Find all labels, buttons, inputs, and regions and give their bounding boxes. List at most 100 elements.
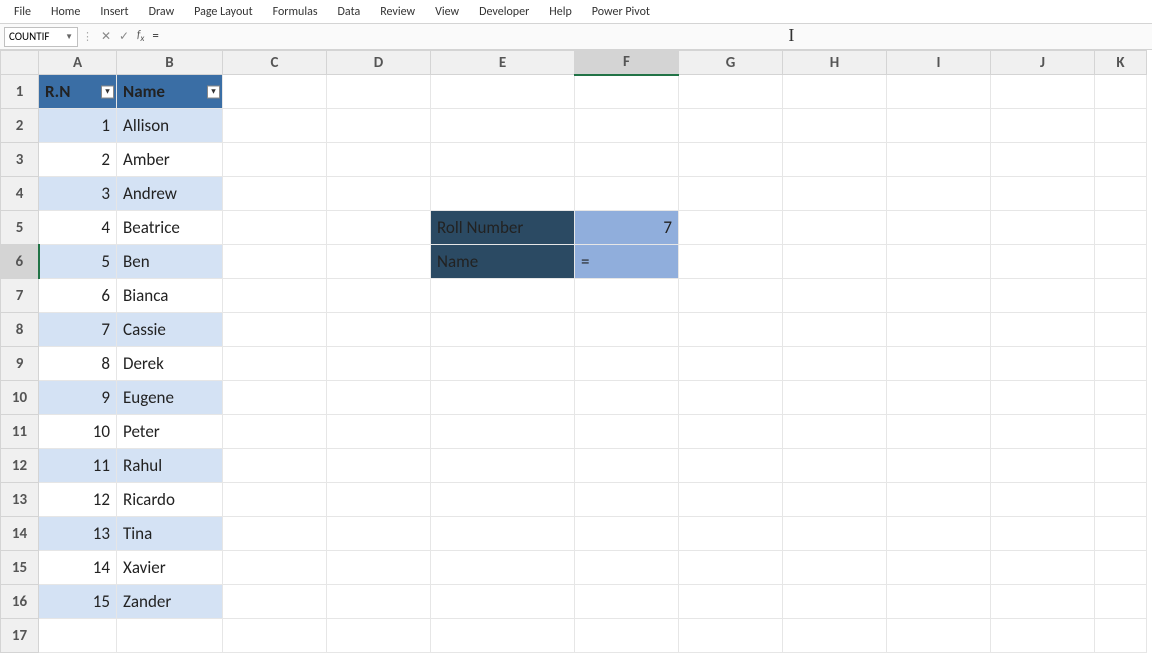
cell-F13[interactable]: [575, 483, 679, 517]
cell-C10[interactable]: [223, 381, 327, 415]
cell-K17[interactable]: [1095, 619, 1147, 653]
cell-I7[interactable]: [887, 279, 991, 313]
cell-I12[interactable]: [887, 449, 991, 483]
row-header-14[interactable]: 14: [1, 517, 39, 551]
cell-H8[interactable]: [783, 313, 887, 347]
cell-E8[interactable]: [431, 313, 575, 347]
ribbon-tab-view[interactable]: View: [425, 3, 469, 21]
cell-A6[interactable]: 5: [39, 245, 117, 279]
cell-E17[interactable]: [431, 619, 575, 653]
cell-A8[interactable]: 7: [39, 313, 117, 347]
cell-A5[interactable]: 4: [39, 211, 117, 245]
cell-D1[interactable]: [327, 75, 431, 109]
cell-G17[interactable]: [679, 619, 783, 653]
cell-K15[interactable]: [1095, 551, 1147, 585]
cell-I8[interactable]: [887, 313, 991, 347]
cell-G2[interactable]: [679, 109, 783, 143]
cell-E3[interactable]: [431, 143, 575, 177]
cell-D6[interactable]: [327, 245, 431, 279]
cell-G10[interactable]: [679, 381, 783, 415]
cell-C4[interactable]: [223, 177, 327, 211]
cell-E9[interactable]: [431, 347, 575, 381]
cell-J2[interactable]: [991, 109, 1095, 143]
cell-C16[interactable]: [223, 585, 327, 619]
cell-I17[interactable]: [887, 619, 991, 653]
cell-D10[interactable]: [327, 381, 431, 415]
cell-F2[interactable]: [575, 109, 679, 143]
row-header-11[interactable]: 11: [1, 415, 39, 449]
column-header-G[interactable]: G: [679, 51, 783, 75]
cell-E13[interactable]: [431, 483, 575, 517]
chevron-down-icon[interactable]: ▼: [65, 32, 73, 42]
cell-A12[interactable]: 11: [39, 449, 117, 483]
cell-A1[interactable]: R.N▾: [39, 75, 117, 109]
ribbon-tab-data[interactable]: Data: [328, 3, 371, 21]
cell-G4[interactable]: [679, 177, 783, 211]
column-header-K[interactable]: K: [1095, 51, 1147, 75]
cell-E4[interactable]: [431, 177, 575, 211]
cell-H10[interactable]: [783, 381, 887, 415]
cell-K14[interactable]: [1095, 517, 1147, 551]
cell-D11[interactable]: [327, 415, 431, 449]
cell-I14[interactable]: [887, 517, 991, 551]
cell-K6[interactable]: [1095, 245, 1147, 279]
cell-F3[interactable]: [575, 143, 679, 177]
cell-I15[interactable]: [887, 551, 991, 585]
row-header-3[interactable]: 3: [1, 143, 39, 177]
cell-K11[interactable]: [1095, 415, 1147, 449]
cell-E14[interactable]: [431, 517, 575, 551]
cell-F16[interactable]: [575, 585, 679, 619]
cell-F10[interactable]: [575, 381, 679, 415]
cell-B14[interactable]: Tina: [117, 517, 223, 551]
enter-icon[interactable]: ✓: [115, 29, 133, 44]
cell-G1[interactable]: [679, 75, 783, 109]
column-header-J[interactable]: J: [991, 51, 1095, 75]
cell-J7[interactable]: [991, 279, 1095, 313]
select-all-corner[interactable]: [1, 51, 39, 75]
cell-C13[interactable]: [223, 483, 327, 517]
cell-F1[interactable]: [575, 75, 679, 109]
row-header-9[interactable]: 9: [1, 347, 39, 381]
cell-I4[interactable]: [887, 177, 991, 211]
cell-J16[interactable]: [991, 585, 1095, 619]
cell-H11[interactable]: [783, 415, 887, 449]
cell-I5[interactable]: [887, 211, 991, 245]
cell-K1[interactable]: [1095, 75, 1147, 109]
cell-D17[interactable]: [327, 619, 431, 653]
cell-F15[interactable]: [575, 551, 679, 585]
cell-B9[interactable]: Derek: [117, 347, 223, 381]
ribbon-tab-home[interactable]: Home: [41, 3, 90, 21]
cell-A7[interactable]: 6: [39, 279, 117, 313]
cell-G9[interactable]: [679, 347, 783, 381]
cell-D16[interactable]: [327, 585, 431, 619]
cell-K10[interactable]: [1095, 381, 1147, 415]
cell-B1[interactable]: Name▾: [117, 75, 223, 109]
cell-K13[interactable]: [1095, 483, 1147, 517]
cell-D4[interactable]: [327, 177, 431, 211]
cell-D2[interactable]: [327, 109, 431, 143]
cell-D9[interactable]: [327, 347, 431, 381]
cell-I16[interactable]: [887, 585, 991, 619]
ribbon-tab-page-layout[interactable]: Page Layout: [184, 3, 262, 21]
cell-J6[interactable]: [991, 245, 1095, 279]
cell-C17[interactable]: [223, 619, 327, 653]
row-header-7[interactable]: 7: [1, 279, 39, 313]
cell-C1[interactable]: [223, 75, 327, 109]
cell-I6[interactable]: [887, 245, 991, 279]
cell-J15[interactable]: [991, 551, 1095, 585]
row-header-6[interactable]: 6: [1, 245, 39, 279]
cell-G11[interactable]: [679, 415, 783, 449]
cell-B13[interactable]: Ricardo: [117, 483, 223, 517]
cell-J11[interactable]: [991, 415, 1095, 449]
cell-B8[interactable]: Cassie: [117, 313, 223, 347]
cell-H5[interactable]: [783, 211, 887, 245]
cell-C5[interactable]: [223, 211, 327, 245]
cell-H4[interactable]: [783, 177, 887, 211]
cell-G7[interactable]: [679, 279, 783, 313]
cell-D12[interactable]: [327, 449, 431, 483]
ribbon-tab-file[interactable]: File: [4, 3, 41, 21]
ribbon-tab-review[interactable]: Review: [370, 3, 425, 21]
row-header-8[interactable]: 8: [1, 313, 39, 347]
cell-I2[interactable]: [887, 109, 991, 143]
cell-E1[interactable]: [431, 75, 575, 109]
